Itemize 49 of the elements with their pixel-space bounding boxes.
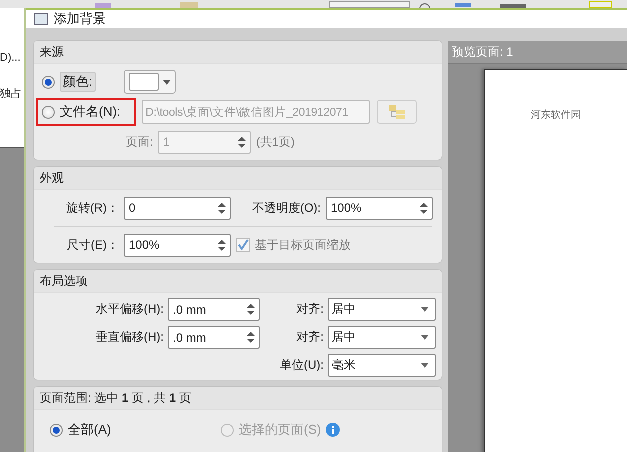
- opacity-spinbox[interactable]: 100%: [326, 196, 433, 220]
- size-spinbox[interactable]: 100%: [124, 234, 231, 256]
- caret-icon: [421, 307, 429, 312]
- caret-icon: [162, 80, 171, 84]
- spin-arrows-icon[interactable]: [218, 202, 226, 214]
- spin-arrows-icon[interactable]: [247, 303, 255, 316]
- color-picker[interactable]: [124, 70, 176, 94]
- page-count: (共1页): [256, 134, 296, 150]
- field-label: 单位(U):: [279, 357, 324, 374]
- spin-arrows-icon[interactable]: [420, 202, 428, 214]
- caret-icon: [421, 363, 429, 368]
- window-title: 添加背景: [54, 10, 106, 28]
- rotation-spinbox[interactable]: 0: [124, 196, 231, 220]
- section-title: 来源: [40, 44, 64, 60]
- field-label: 对齐:: [296, 329, 324, 346]
- caret-icon: [421, 335, 429, 340]
- field-label: 垂直偏移(H):: [95, 329, 164, 346]
- field-label: 不透明度(O):: [251, 200, 321, 216]
- section-title: 外观: [40, 170, 64, 186]
- radio-button[interactable]: [42, 76, 55, 88]
- background-text: 独占: [0, 87, 23, 101]
- spin-arrows-icon[interactable]: [218, 238, 226, 252]
- radio-button[interactable]: [50, 424, 63, 436]
- page-text: 河东软件园: [531, 108, 581, 120]
- offset-spinbox[interactable]: .0 mm: [168, 298, 260, 321]
- spin-arrows-icon[interactable]: [247, 331, 255, 344]
- offset-spinbox[interactable]: .0 mm: [168, 326, 260, 349]
- section-title: 布局选项: [40, 272, 88, 290]
- field-label: 对齐:: [296, 301, 324, 318]
- checkbox[interactable]: [236, 238, 250, 252]
- radio-label[interactable]: 颜色:: [60, 72, 96, 92]
- dropdown[interactable]: 毫米: [328, 354, 436, 377]
- info-icon[interactable]: [326, 423, 340, 437]
- folder-icon: [388, 105, 405, 119]
- checkbox-label: 基于目标页面缩放: [255, 236, 351, 254]
- field-label: 尺寸(E)：: [66, 236, 119, 254]
- field-label: 水平偏移(H):: [95, 301, 164, 318]
- window-icon: [34, 13, 48, 25]
- radio-label[interactable]: 全部(A): [68, 421, 112, 439]
- section-title: 页面范围: 选中 1 页 , 共 1 页: [40, 390, 192, 406]
- radio-button[interactable]: [42, 106, 55, 118]
- field-label: 旋转(R)：: [65, 200, 119, 216]
- preview-title: 预览页面: 1: [452, 44, 514, 60]
- radio-label[interactable]: 文件名(N):: [60, 103, 121, 121]
- dropdown[interactable]: 居中: [328, 298, 436, 321]
- field-label: 页面:: [126, 134, 154, 150]
- spin-arrows-icon[interactable]: [238, 136, 246, 148]
- background-text: D)...: [0, 52, 22, 64]
- dropdown[interactable]: 居中: [328, 326, 436, 349]
